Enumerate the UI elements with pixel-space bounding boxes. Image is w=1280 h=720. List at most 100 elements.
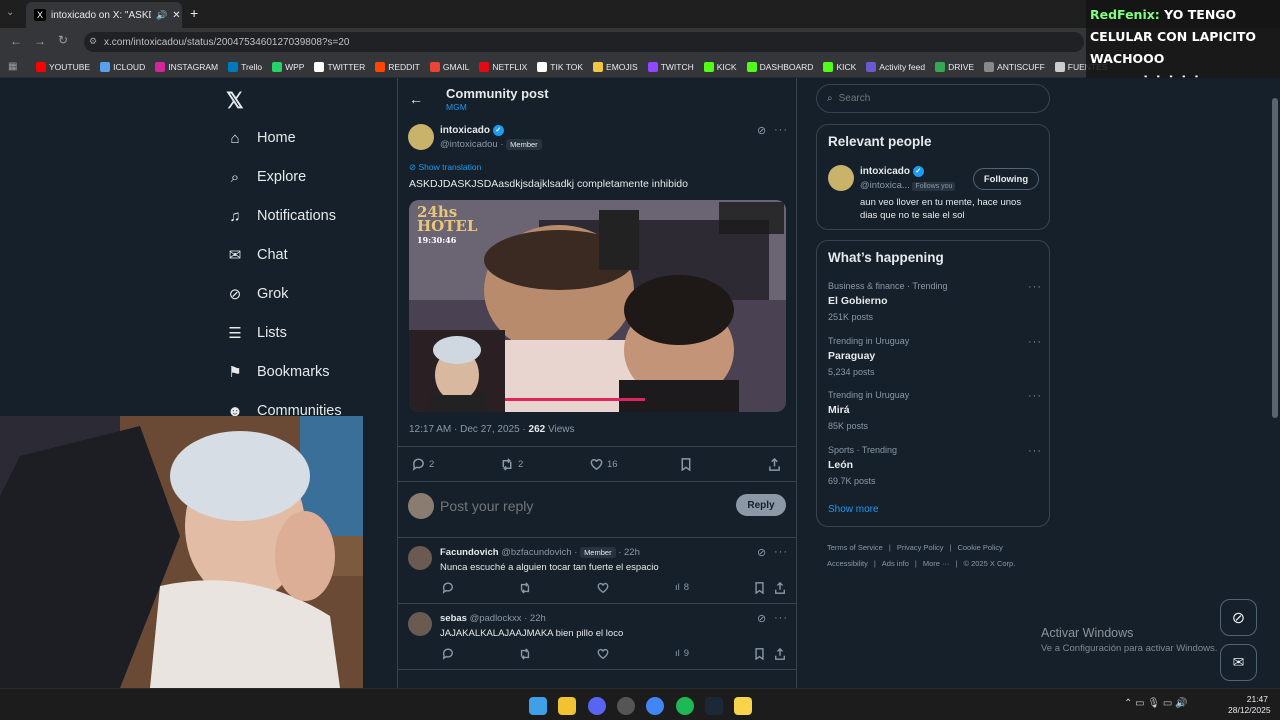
more-options-icon[interactable]: ··· bbox=[1028, 445, 1042, 457]
sidebar-item-home[interactable]: ⌂ Home bbox=[227, 128, 387, 148]
footer-link[interactable]: Terms of Service bbox=[827, 543, 883, 552]
like-button[interactable]: 16 bbox=[590, 458, 618, 471]
trend-item[interactable]: Trending in Uruguay Mirá 85K posts ··· bbox=[828, 390, 1042, 445]
obs-icon[interactable] bbox=[617, 697, 635, 715]
spotify-icon[interactable] bbox=[676, 697, 694, 715]
bookmark-item[interactable]: EMOJIS bbox=[593, 61, 638, 72]
back-arrow-icon[interactable]: ← bbox=[409, 91, 423, 107]
sidebar-item-bookmarks[interactable]: ⚑ Bookmarks bbox=[227, 362, 387, 382]
forward-icon[interactable]: → bbox=[34, 34, 46, 48]
reply-item[interactable]: sebas @padlockxx · 22h ⊘ ··· JAJAKALKALAJAA… bbox=[398, 604, 796, 670]
bookmark-item[interactable]: NETFLIX bbox=[479, 61, 527, 72]
reply-views-button[interactable]: ıl 9 bbox=[675, 648, 689, 659]
sidebar-item-chat[interactable]: ✉ Chat bbox=[227, 245, 387, 265]
search-box[interactable]: ⌕ bbox=[816, 84, 1050, 113]
reply-like-button[interactable] bbox=[597, 582, 609, 594]
grok-icon[interactable]: ⊘ bbox=[757, 612, 766, 625]
show-translation-link[interactable]: ⊘ Show translation bbox=[409, 162, 481, 173]
author-name[interactable]: intoxicado bbox=[440, 125, 490, 136]
reply-author-handle[interactable]: @bzfacundovich · bbox=[501, 547, 577, 558]
footer-link[interactable]: Privacy Policy bbox=[897, 543, 944, 552]
grok-icon[interactable]: ⊘ bbox=[757, 124, 766, 137]
person-handle[interactable]: @intoxica... bbox=[860, 180, 910, 191]
steam-icon[interactable] bbox=[705, 697, 723, 715]
author-handle[interactable]: @intoxicadou bbox=[440, 139, 498, 150]
clock[interactable]: 21:47 28/12/2025 bbox=[1228, 694, 1271, 716]
sidebar-item-grok[interactable]: ⊘ Grok bbox=[227, 284, 387, 304]
footer-link[interactable]: More ··· bbox=[923, 559, 950, 568]
bookmark-item[interactable]: ICLOUD bbox=[100, 61, 145, 72]
more-options-icon[interactable]: ··· bbox=[774, 612, 788, 624]
reply-author-name[interactable]: sebas bbox=[440, 613, 467, 624]
bookmark-item[interactable]: WPP bbox=[272, 61, 304, 72]
footer-link[interactable]: Ads info bbox=[882, 559, 909, 568]
grok-float-button[interactable]: ⊘ bbox=[1220, 599, 1257, 636]
reply-repost-button[interactable] bbox=[519, 582, 531, 594]
bookmark-item[interactable]: TIK TOK bbox=[537, 61, 583, 72]
discord-icon[interactable] bbox=[588, 697, 606, 715]
start-icon[interactable] bbox=[529, 697, 547, 715]
sidebar-item-notifications[interactable]: ♫ Notifications bbox=[227, 206, 387, 226]
audio-icon[interactable]: 🔊 bbox=[156, 10, 167, 21]
repost-button[interactable]: 2 bbox=[500, 458, 523, 471]
sidebar-item-lists[interactable]: ☰ Lists bbox=[227, 323, 387, 343]
reply-reply-button[interactable] bbox=[442, 582, 454, 594]
trend-item[interactable]: Sports · Trending León 69.7K posts ··· bbox=[828, 445, 1042, 500]
reply-share-button[interactable] bbox=[774, 582, 786, 594]
reply-share-button[interactable] bbox=[774, 648, 786, 660]
reply-submit-button[interactable]: Reply bbox=[736, 494, 786, 516]
more-options-icon[interactable]: ··· bbox=[1028, 390, 1042, 402]
footer-link[interactable]: Cookie Policy bbox=[957, 543, 1002, 552]
footer-link[interactable]: Accessibility bbox=[827, 559, 868, 568]
bookmark-item[interactable]: KICK bbox=[703, 61, 737, 72]
community-name[interactable]: MGM bbox=[446, 102, 467, 112]
sticky-notes-icon[interactable] bbox=[734, 697, 752, 715]
reply-time[interactable]: 22h bbox=[530, 613, 546, 624]
reload-icon[interactable]: ↻ bbox=[58, 33, 68, 47]
page-scrollbar[interactable] bbox=[1270, 78, 1280, 688]
bookmark-item[interactable]: Activity feed bbox=[866, 61, 925, 72]
url-input[interactable]: ⚙ x.com/intoxicadou/status/2004753460127… bbox=[84, 32, 1084, 52]
sidebar-item-explore[interactable]: ⌕ Explore bbox=[227, 167, 387, 187]
more-options-icon[interactable]: ··· bbox=[774, 546, 788, 558]
bookmark-item[interactable]: GMAIL bbox=[429, 61, 469, 72]
reply-time[interactable]: · 22h bbox=[618, 547, 640, 558]
tray-icons[interactable]: ⌃ ▭ 🎙 ▭ 🔊 bbox=[1124, 698, 1188, 709]
avatar[interactable] bbox=[828, 165, 854, 191]
reply-reply-button[interactable] bbox=[442, 648, 454, 660]
file-explorer-icon[interactable] bbox=[558, 697, 576, 715]
search-input[interactable] bbox=[838, 93, 1029, 104]
more-options-icon[interactable]: ··· bbox=[1028, 281, 1042, 293]
reply-repost-button[interactable] bbox=[519, 648, 531, 660]
x-logo-icon[interactable]: 𝕏 bbox=[226, 88, 244, 114]
reply-author-name[interactable]: Facundovich bbox=[440, 547, 499, 558]
avatar[interactable] bbox=[408, 124, 434, 150]
bookmark-item[interactable]: REDDIT bbox=[375, 61, 420, 72]
reply-like-button[interactable] bbox=[597, 648, 609, 660]
browser-tab[interactable]: X intoxicado on X: "ASKDJDASKJ 🔊 ✕ bbox=[26, 2, 182, 28]
reply-input[interactable] bbox=[440, 496, 700, 516]
share-button[interactable] bbox=[768, 458, 781, 471]
bookmark-item[interactable]: INSTAGRAM bbox=[155, 61, 218, 72]
tab-list-icon[interactable]: ⌄ bbox=[6, 7, 20, 21]
person-name[interactable]: intoxicado bbox=[860, 166, 910, 177]
new-tab-button[interactable]: + bbox=[190, 5, 198, 21]
reply-bookmark-button[interactable] bbox=[754, 582, 765, 594]
back-icon[interactable]: ← bbox=[10, 34, 22, 48]
avatar[interactable] bbox=[408, 546, 432, 570]
show-more-link[interactable]: Show more bbox=[828, 504, 879, 515]
bookmark-item[interactable]: YOUTUBE bbox=[36, 61, 90, 72]
post-media[interactable]: 24hs HOTEL 19:30:46 bbox=[409, 200, 786, 412]
footer-link[interactable]: © 2025 X Corp. bbox=[963, 559, 1015, 568]
reply-item[interactable]: Facundovich @bzfacundovich · Member · 22… bbox=[398, 538, 796, 604]
bookmark-item[interactable]: Trello bbox=[228, 61, 262, 72]
reply-views-button[interactable]: ıl 8 bbox=[675, 582, 689, 593]
chrome-icon[interactable] bbox=[646, 697, 664, 715]
close-tab-icon[interactable]: ✕ bbox=[172, 10, 180, 21]
reply-author-handle[interactable]: @padlockxx · bbox=[470, 613, 528, 624]
bookmark-item[interactable]: ANTISCUFF bbox=[984, 61, 1045, 72]
bookmark-item[interactable]: DASHBOARD bbox=[746, 61, 813, 72]
reply-bookmark-button[interactable] bbox=[754, 648, 765, 660]
bookmark-item[interactable]: DRIVE bbox=[935, 61, 974, 72]
trend-item[interactable]: Trending in Uruguay Paraguay 5,234 posts ··… bbox=[828, 336, 1042, 391]
